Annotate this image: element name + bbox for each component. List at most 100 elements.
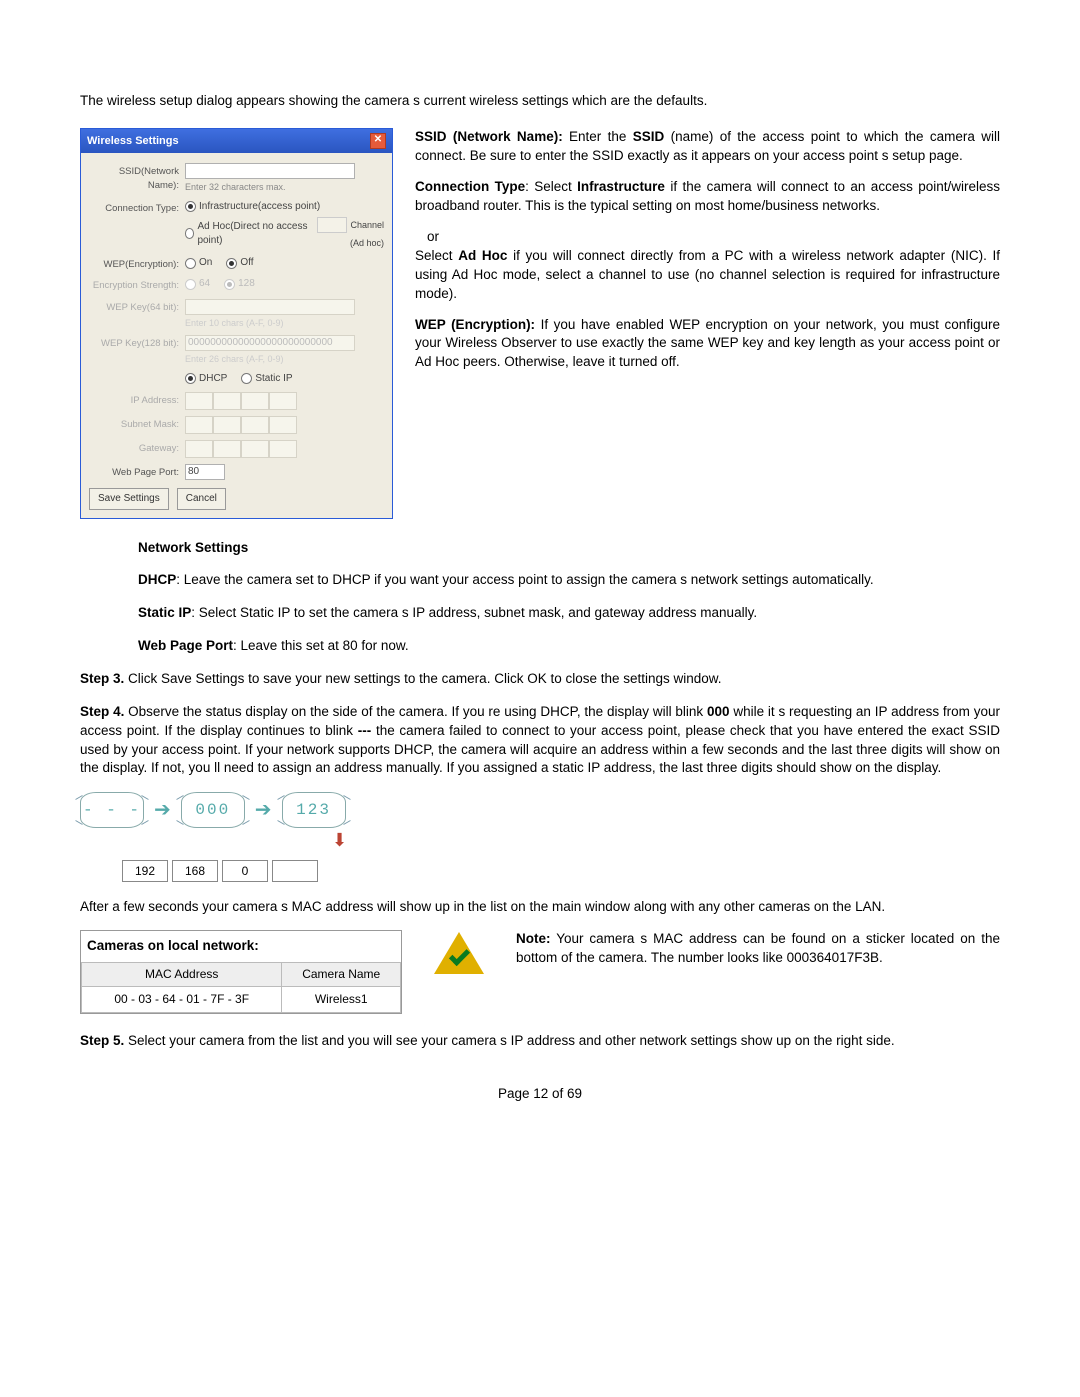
ip-seg [241, 416, 269, 434]
ip-seg [241, 392, 269, 410]
dialog-title: Wireless Settings [87, 134, 179, 149]
enc-strength-label: Encryption Strength: [89, 277, 185, 292]
wep-off-label: Off [240, 256, 253, 270]
col-name: Camera Name [282, 963, 401, 987]
key128-hint: Enter 26 chars (A-F, 0-9) [185, 353, 384, 366]
save-settings-button[interactable]: Save Settings [89, 488, 169, 510]
step5-bold: Step 5. [80, 1033, 124, 1048]
ip-octet: 0 [222, 860, 268, 882]
key64-label: WEP Key(64 bit): [89, 299, 185, 314]
warning-check-icon [432, 930, 486, 976]
port-label: Web Page Port: [89, 464, 185, 479]
subnet-label: Subnet Mask: [89, 416, 185, 431]
text: Observe the status display on the side o… [124, 704, 707, 719]
conn-heading: Connection Type [415, 179, 525, 194]
key128-label: WEP Key(128 bit): [89, 335, 185, 350]
cell-name: Wireless1 [282, 987, 401, 1013]
text: : Leave the camera set to DHCP if you wa… [176, 572, 873, 587]
arrow-right-icon: ➔ [154, 796, 171, 824]
ip-seg [269, 440, 297, 458]
port-input[interactable]: 80 [185, 464, 225, 480]
text-bold: Infrastructure [577, 179, 665, 194]
key64-hint: Enter 10 chars (A-F, 0-9) [185, 317, 384, 330]
step3-bold: Step 3. [80, 671, 124, 686]
ip-seg [185, 440, 213, 458]
radio-enc-64: 64 [185, 277, 210, 291]
text: : Leave this set at 80 for now. [233, 638, 409, 653]
channel-label: Channel [350, 219, 384, 232]
text: : Select Static IP to set the camera s I… [191, 605, 757, 620]
step4-bold: Step 4. [80, 704, 124, 719]
arrow-down-icon: ⬇ [332, 828, 347, 853]
ssid-hint: Enter 32 characters max. [185, 181, 384, 194]
radio-adhoc[interactable]: Ad Hoc(Direct no access point) [185, 220, 311, 248]
radio-static-ip[interactable]: Static IP [241, 372, 292, 386]
ip-seg [269, 416, 297, 434]
radio-infra-label: Infrastructure(access point) [199, 200, 320, 214]
static-ip-label: Static IP [255, 372, 292, 386]
cell-mac: 00 - 03 - 64 - 01 - 7F - 3F [82, 987, 282, 1013]
page-footer: Page 12 of 69 [80, 1085, 1000, 1104]
ip-seg [185, 416, 213, 434]
ssid-input[interactable] [185, 163, 355, 179]
text: Select your camera from the list and you… [124, 1033, 894, 1048]
enc-128-label: 128 [238, 277, 255, 291]
port-bold: Web Page Port [138, 638, 233, 653]
enc-64-label: 64 [199, 277, 210, 291]
ip-seg [213, 392, 241, 410]
dhcp-label: DHCP [199, 372, 227, 386]
display-evolution-graphic: - - - ➔ 000 ➔ 123 ⬇ 192 168 0 [80, 792, 1000, 881]
radio-adhoc-label: Ad Hoc(Direct no access point) [197, 220, 311, 248]
text: Click Save Settings to save your new set… [124, 671, 721, 686]
wireless-settings-dialog: Wireless Settings ✕ SSID(Network Name): … [80, 128, 393, 518]
channel-sublabel: (Ad hoc) [350, 237, 384, 250]
radio-wep-on[interactable]: On [185, 256, 212, 270]
radio-enc-128: 128 [224, 277, 255, 291]
after-mac-text: After a few seconds your camera s MAC ad… [80, 898, 1000, 917]
note-bold: Note: [516, 931, 551, 946]
ip-octet [272, 860, 318, 882]
static-bold: Static IP [138, 605, 191, 620]
ip-seg [269, 392, 297, 410]
ip-octet: 168 [172, 860, 218, 882]
ip-seg [241, 440, 269, 458]
dhcp-bold: DHCP [138, 572, 176, 587]
col-mac: MAC Address [82, 963, 282, 987]
ip-octet: 192 [122, 860, 168, 882]
ip-seg [213, 440, 241, 458]
text-bold: --- [358, 723, 372, 738]
gateway-label: Gateway: [89, 440, 185, 455]
channel-select[interactable] [317, 217, 347, 233]
text: Your camera s MAC address can be found o… [516, 931, 1000, 965]
right-column: SSID (Network Name): Enter the SSID (nam… [415, 128, 1000, 384]
or-text: or [427, 228, 1000, 247]
ssid-label: SSID(Network Name): [89, 163, 185, 192]
text-bold: Ad Hoc [458, 248, 507, 263]
radio-infrastructure[interactable]: Infrastructure(access point) [185, 200, 320, 214]
table-row[interactable]: 00 - 03 - 64 - 01 - 7F - 3FWireless1 [82, 987, 401, 1013]
camera-display-123: 123 [282, 792, 346, 828]
ssid-heading: SSID (Network Name): [415, 129, 563, 144]
ip-seg [185, 392, 213, 410]
wep-heading: WEP (Encryption): [415, 317, 535, 332]
cancel-button[interactable]: Cancel [177, 488, 226, 510]
camera-display-zeros: 000 [181, 792, 245, 828]
radio-wep-off[interactable]: Off [226, 256, 253, 270]
key64-input [185, 299, 355, 315]
key128-input: 00000000000000000000000000 [185, 335, 355, 351]
wep-label: WEP(Encryption): [89, 256, 185, 271]
text-bold: 000 [707, 704, 730, 719]
camera-display-dashes: - - - [80, 792, 144, 828]
text-bold: SSID [633, 129, 665, 144]
close-icon[interactable]: ✕ [370, 133, 386, 149]
network-settings-heading: Network Settings [138, 539, 1000, 558]
dialog-titlebar: Wireless Settings ✕ [81, 129, 392, 153]
ip-address-label: IP Address: [89, 392, 185, 407]
cameras-table: Cameras on local network: MAC AddressCam… [80, 930, 402, 1013]
intro-paragraph: The wireless setup dialog appears showin… [80, 92, 1000, 111]
radio-dhcp[interactable]: DHCP [185, 372, 227, 386]
text: : Select [525, 179, 577, 194]
ip-seg [213, 416, 241, 434]
connection-type-label: Connection Type: [89, 200, 185, 215]
arrow-right-icon: ➔ [255, 796, 272, 824]
